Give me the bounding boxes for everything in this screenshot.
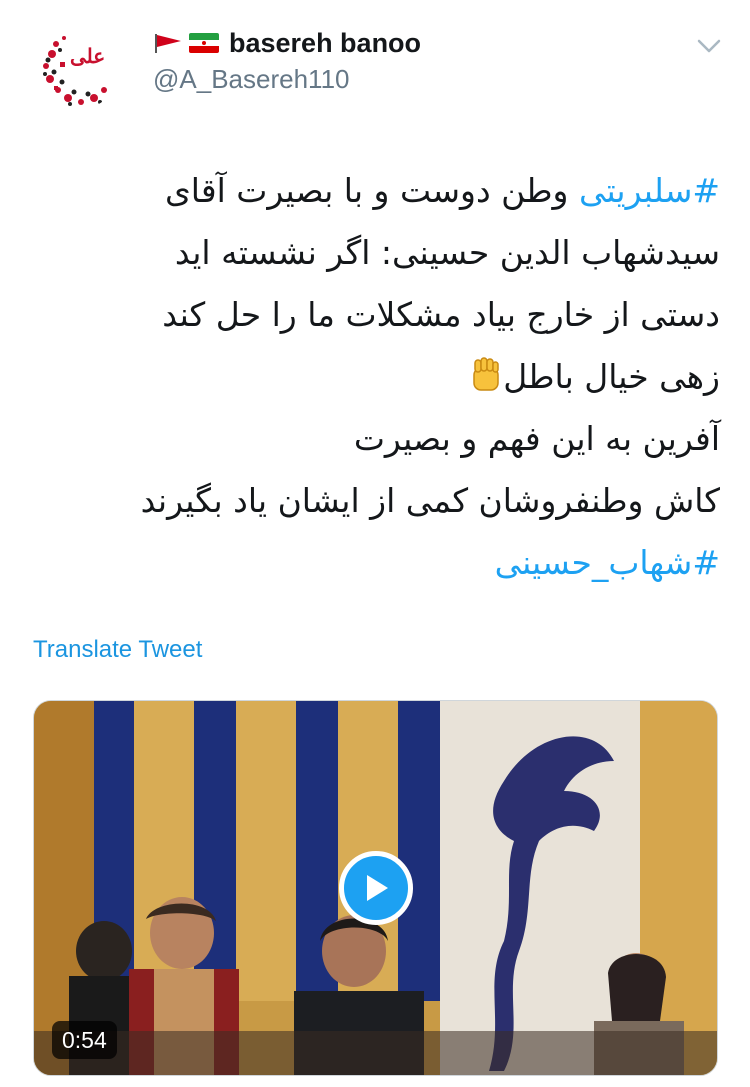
video-media[interactable]: 0:54 (33, 700, 718, 1076)
hashtag-link[interactable]: #سلبریتی (579, 171, 720, 210)
tweet-header: علی basereh banoo @A_Basereh110 (0, 0, 750, 130)
tweet-line: کاش وطنفروشان کمی از ایشان یاد بگیرند (140, 481, 720, 520)
tweet-line: زهی خیال باطل (30, 346, 720, 408)
author-display-name[interactable]: basereh banoo (229, 28, 421, 59)
author-handle[interactable]: @A_Basereh110 (153, 64, 350, 95)
tweet-line: #سلبریتی وطن دوست و با بصیرت آقای (30, 160, 720, 222)
author-name-row[interactable]: basereh banoo (153, 26, 421, 60)
tweet-line: سیدشهاب الدین حسینی: اگر نشسته اید (174, 233, 720, 272)
raised-fist-icon (473, 357, 500, 391)
avatar-calligraphy: علی (70, 44, 106, 68)
tweet-line-text: زهی خیال باطل (503, 357, 720, 396)
hashtag-link[interactable]: #شهاب_حسینی (495, 543, 720, 582)
tweet-line: آفرین به این فهم و بصیرت (353, 419, 720, 458)
translate-tweet-link[interactable]: Translate Tweet (33, 636, 202, 664)
play-icon (367, 875, 388, 901)
tweet-line-text: وطن دوست و با بصیرت آقای (164, 171, 579, 210)
red-triangular-flag-icon (155, 34, 181, 53)
tweet-line: #شهاب_حسینی (30, 532, 720, 594)
tweet-text: #سلبریتی وطن دوست و با بصیرت آقای سیدشها… (30, 160, 720, 594)
avatar[interactable]: علی (34, 24, 120, 110)
chevron-down-icon[interactable] (694, 34, 724, 58)
video-duration-badge: 0:54 (52, 1021, 117, 1059)
iran-flag-icon (189, 33, 219, 53)
tweet-line: دستی از خارج بیاد مشکلات ما را حل کند (162, 295, 720, 334)
play-button[interactable] (339, 851, 413, 925)
